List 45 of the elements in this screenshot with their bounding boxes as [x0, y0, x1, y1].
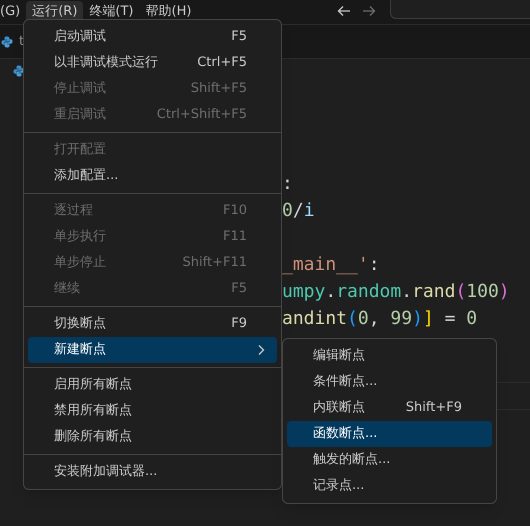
code-token: rand: [412, 280, 456, 304]
menu-item[interactable]: 删除所有断点: [28, 424, 277, 450]
menu-item[interactable]: 启用所有断点: [28, 372, 277, 398]
menubar-item[interactable]: (G): [0, 1, 26, 23]
menu-item[interactable]: 启动调试 F5: [28, 24, 277, 50]
menu-item[interactable]: 以非调试模式运行 Ctrl+F5: [28, 50, 277, 76]
code-token: .: [325, 280, 336, 304]
code-token: _main__': [282, 253, 369, 277]
code-token: /: [292, 199, 304, 223]
python-icon: [13, 65, 25, 77]
menu-item[interactable]: 禁用所有断点: [28, 398, 277, 424]
code-token: 0: [282, 199, 293, 223]
code-token: random: [336, 280, 402, 304]
search-field[interactable]: [390, 0, 530, 19]
code-token: 0: [358, 307, 369, 331]
menu-item[interactable]: 记录点...: [287, 473, 492, 499]
code-token: 0: [466, 307, 478, 331]
code-token: ): [412, 307, 423, 331]
menu-item[interactable]: 触发的断点...: [287, 447, 492, 473]
code-token: =: [444, 307, 456, 331]
code-token: 100: [466, 280, 499, 304]
menu-item[interactable]: 编辑断点: [287, 343, 492, 369]
code-token: (: [347, 307, 358, 331]
menubar-item[interactable]: 终端(T): [83, 1, 140, 23]
chevron-right-icon: [257, 344, 265, 356]
code-token: ,: [368, 307, 381, 331]
code-token: (: [455, 280, 466, 304]
menu-item[interactable]: 安装附加调试器...: [28, 459, 277, 485]
menu-item[interactable]: 函数断点...: [287, 421, 492, 447]
code-token: .: [401, 280, 412, 304]
menu-item[interactable]: 切换断点 F9: [28, 311, 277, 337]
code-token: ]: [422, 307, 434, 331]
code-token: andint: [282, 307, 348, 331]
code-token: ): [498, 280, 510, 304]
python-icon: [1, 36, 13, 48]
code-token: 99: [390, 307, 412, 331]
code-token: :: [368, 253, 380, 277]
menubar-item[interactable]: 帮助(H): [140, 1, 198, 23]
menu-item[interactable]: 添加配置...: [28, 163, 277, 189]
submenu-item[interactable]: 新建断点: [28, 337, 277, 363]
menu-item[interactable]: 内联断点 Shift+F9: [287, 395, 492, 421]
code-token: :: [282, 172, 293, 196]
menu-item[interactable]: 条件断点...: [287, 369, 492, 395]
code-token: i: [304, 199, 315, 223]
code-token: umpy: [282, 280, 326, 304]
